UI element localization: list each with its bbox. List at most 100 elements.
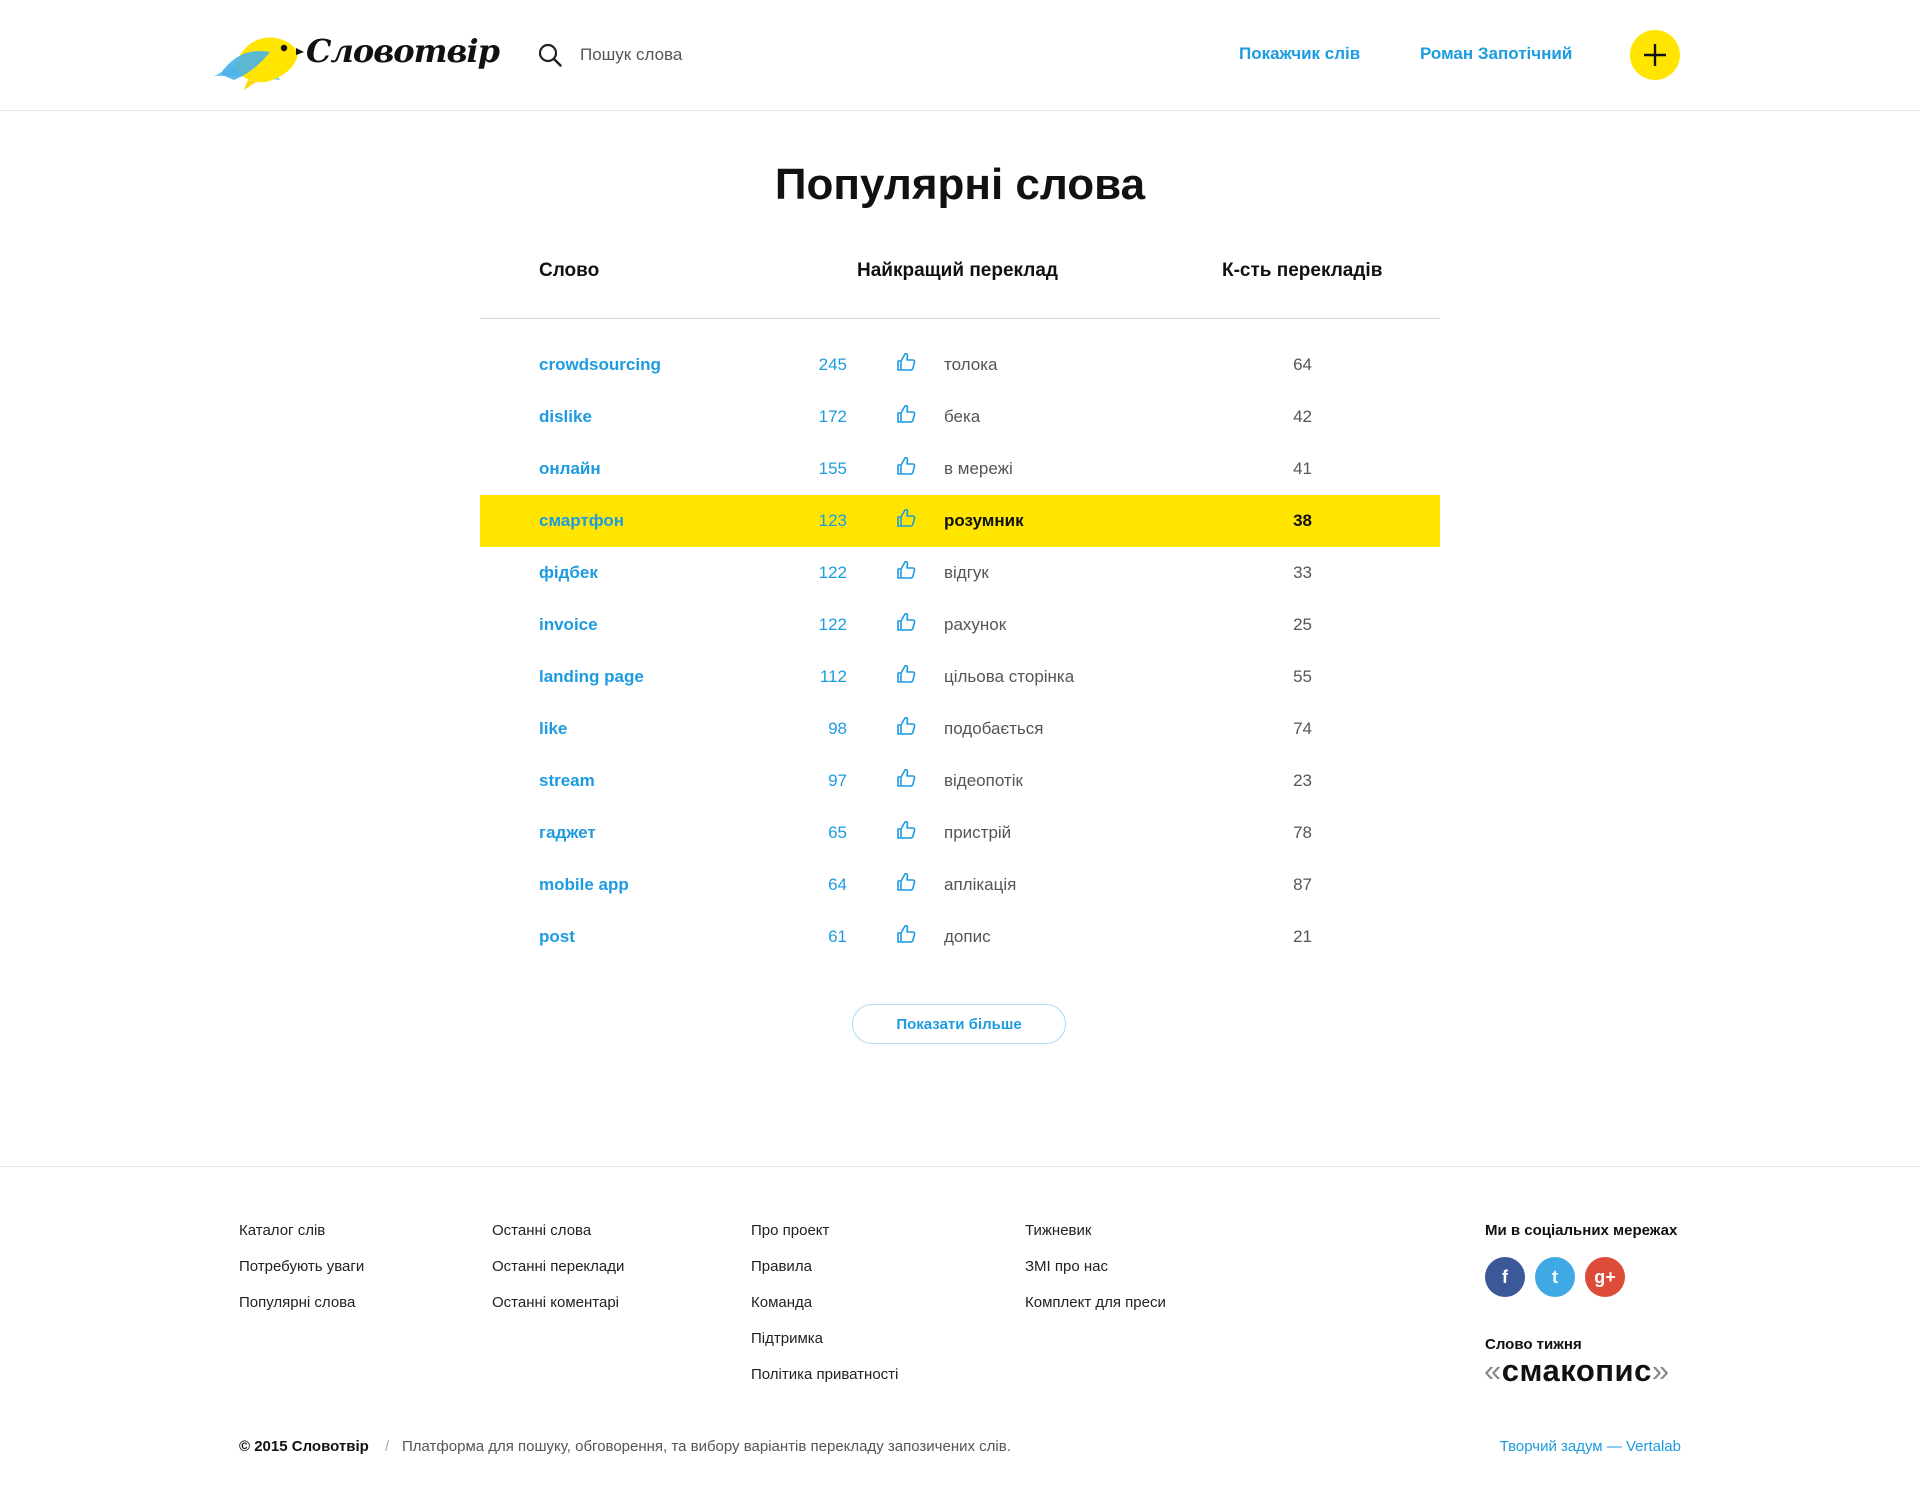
thumbs-up-icon[interactable] bbox=[896, 664, 916, 684]
vote-count: 98 bbox=[828, 719, 847, 738]
translation-count: 55 bbox=[1293, 667, 1312, 686]
thumbs-up-icon[interactable] bbox=[896, 872, 916, 892]
footer-item: Правила bbox=[751, 1258, 898, 1294]
thumbs-up-icon[interactable] bbox=[896, 612, 916, 632]
thumbs-up-icon[interactable] bbox=[896, 508, 916, 528]
word-link[interactable]: landing page bbox=[539, 667, 644, 687]
column-header-translation-count: К-сть перекладів bbox=[1222, 260, 1383, 281]
translation-count: 38 bbox=[1293, 511, 1312, 530]
footer-link-need-attention[interactable]: Потребують уваги bbox=[239, 1258, 364, 1275]
search-input[interactable] bbox=[580, 38, 940, 72]
vote-count: 112 bbox=[819, 667, 847, 686]
translation-count: 42 bbox=[1293, 407, 1312, 426]
credit-link[interactable]: Творчий задум — Vertalab bbox=[1500, 1438, 1681, 1455]
footer-item: Про проект bbox=[751, 1222, 898, 1258]
column-header-word: Слово bbox=[539, 260, 600, 281]
word-link[interactable]: stream bbox=[539, 771, 595, 791]
word-link[interactable]: mobile app bbox=[539, 875, 629, 895]
table-divider bbox=[480, 318, 1440, 319]
footer-link-weekly[interactable]: Тижневик bbox=[1025, 1222, 1091, 1239]
footer-link-latest-translations[interactable]: Останні переклади bbox=[492, 1258, 624, 1275]
table-row: гаджет 65 пристрій 78 bbox=[480, 807, 1440, 859]
best-translation: пристрій bbox=[944, 823, 1012, 842]
vote-count: 123 bbox=[818, 511, 847, 530]
footer-item: Останні коментарі bbox=[492, 1294, 624, 1330]
plus-icon bbox=[1644, 44, 1666, 66]
vote-count: 65 bbox=[828, 823, 847, 842]
best-translation: цільова сторінка bbox=[944, 667, 1075, 686]
word-of-week-title: Слово тижня bbox=[1485, 1336, 1582, 1353]
popular-words-table: crowdsourcing 245 толока 64 dislike 172 … bbox=[480, 339, 1440, 963]
table-row-highlighted: смартфон 123 розумник 38 bbox=[480, 495, 1440, 547]
best-translation: рахунок bbox=[944, 615, 1007, 634]
add-word-button[interactable] bbox=[1630, 30, 1680, 80]
word-link[interactable]: фідбек bbox=[539, 563, 598, 583]
footer-column-catalog: Каталог слів Потребують уваги Популярні … bbox=[239, 1222, 364, 1330]
search-icon[interactable] bbox=[538, 43, 562, 67]
word-link[interactable]: онлайн bbox=[539, 459, 601, 479]
social-title: Ми в соціальних мережах bbox=[1485, 1222, 1678, 1239]
footer-item: Останні переклади bbox=[492, 1258, 624, 1294]
vote-count: 64 bbox=[828, 875, 847, 894]
best-translation: толока bbox=[944, 355, 998, 374]
footer-link-catalog[interactable]: Каталог слів bbox=[239, 1222, 325, 1239]
nav-word-index-link[interactable]: Покажчик слів bbox=[1239, 44, 1360, 64]
word-link[interactable]: like bbox=[539, 719, 567, 739]
logo[interactable]: Словотвір bbox=[214, 24, 500, 90]
footer-link-team[interactable]: Команда bbox=[751, 1294, 812, 1311]
word-of-week: смакопис bbox=[1501, 1353, 1652, 1388]
copyright: © 2015 Словотвір bbox=[239, 1438, 369, 1455]
word-link[interactable]: invoice bbox=[539, 615, 598, 635]
footer-link-popular[interactable]: Популярні слова bbox=[239, 1294, 355, 1311]
quote-close: » bbox=[1651, 1353, 1670, 1388]
best-translation: подобається bbox=[944, 719, 1044, 738]
word-link[interactable]: гаджет bbox=[539, 823, 596, 843]
footer-link-latest-comments[interactable]: Останні коментарі bbox=[492, 1294, 619, 1311]
footer-link-support[interactable]: Підтримка bbox=[751, 1330, 823, 1347]
footer-link-privacy[interactable]: Політика приватності bbox=[751, 1366, 898, 1383]
footer-column-latest: Останні слова Останні переклади Останні … bbox=[492, 1222, 624, 1330]
vote-count: 245 bbox=[818, 355, 847, 374]
footer-item: Останні слова bbox=[492, 1222, 624, 1258]
table-row: post 61 допис 21 bbox=[480, 911, 1440, 963]
table-row: landing page 112 цільова сторінка 55 bbox=[480, 651, 1440, 703]
table-row: stream 97 відеопотік 23 bbox=[480, 755, 1440, 807]
translation-count: 23 bbox=[1293, 771, 1312, 790]
show-more-button[interactable]: Показати більше bbox=[852, 1004, 1066, 1044]
thumbs-up-icon[interactable] bbox=[896, 352, 916, 372]
best-translation: бека bbox=[944, 407, 981, 426]
footer-link-media[interactable]: ЗМІ про нас bbox=[1025, 1258, 1108, 1275]
word-of-week-link[interactable]: «смакопис» bbox=[1484, 1353, 1670, 1389]
vote-count: 122 bbox=[818, 563, 847, 582]
google-plus-icon[interactable]: g+ bbox=[1585, 1257, 1625, 1297]
best-translation: відгук bbox=[944, 563, 989, 582]
thumbs-up-icon[interactable] bbox=[896, 560, 916, 580]
footer-link-latest-words[interactable]: Останні слова bbox=[492, 1222, 591, 1239]
thumbs-up-icon[interactable] bbox=[896, 924, 916, 944]
thumbs-up-icon[interactable] bbox=[896, 404, 916, 424]
footer-link-rules[interactable]: Правила bbox=[751, 1258, 812, 1275]
bird-logo-icon bbox=[214, 37, 304, 90]
footer-item: Комплект для преси bbox=[1025, 1294, 1166, 1330]
best-translation: розумник bbox=[944, 511, 1024, 530]
table-row: invoice 122 рахунок 25 bbox=[480, 599, 1440, 651]
thumbs-up-icon[interactable] bbox=[896, 820, 916, 840]
thumbs-up-icon[interactable] bbox=[896, 716, 916, 736]
word-link[interactable]: смартфон bbox=[539, 511, 624, 531]
footer-link-about[interactable]: Про проект bbox=[751, 1222, 829, 1239]
site-header: Словотвір Покажчик слів Роман Запотічний bbox=[0, 0, 1920, 111]
footer-link-press-kit[interactable]: Комплект для преси bbox=[1025, 1294, 1166, 1311]
vote-count: 155 bbox=[818, 459, 847, 478]
thumbs-up-icon[interactable] bbox=[896, 456, 916, 476]
facebook-icon[interactable]: f bbox=[1485, 1257, 1525, 1297]
user-profile-link[interactable]: Роман Запотічний bbox=[1420, 44, 1572, 64]
word-link[interactable]: crowdsourcing bbox=[539, 355, 661, 375]
best-translation: аплікація bbox=[944, 875, 1017, 894]
translation-count: 33 bbox=[1293, 563, 1312, 582]
footer-item: Тижневик bbox=[1025, 1222, 1166, 1258]
word-link[interactable]: dislike bbox=[539, 407, 592, 427]
word-link[interactable]: post bbox=[539, 927, 575, 947]
twitter-icon[interactable]: t bbox=[1535, 1257, 1575, 1297]
thumbs-up-icon[interactable] bbox=[896, 768, 916, 788]
footer-divider bbox=[0, 1166, 1920, 1167]
